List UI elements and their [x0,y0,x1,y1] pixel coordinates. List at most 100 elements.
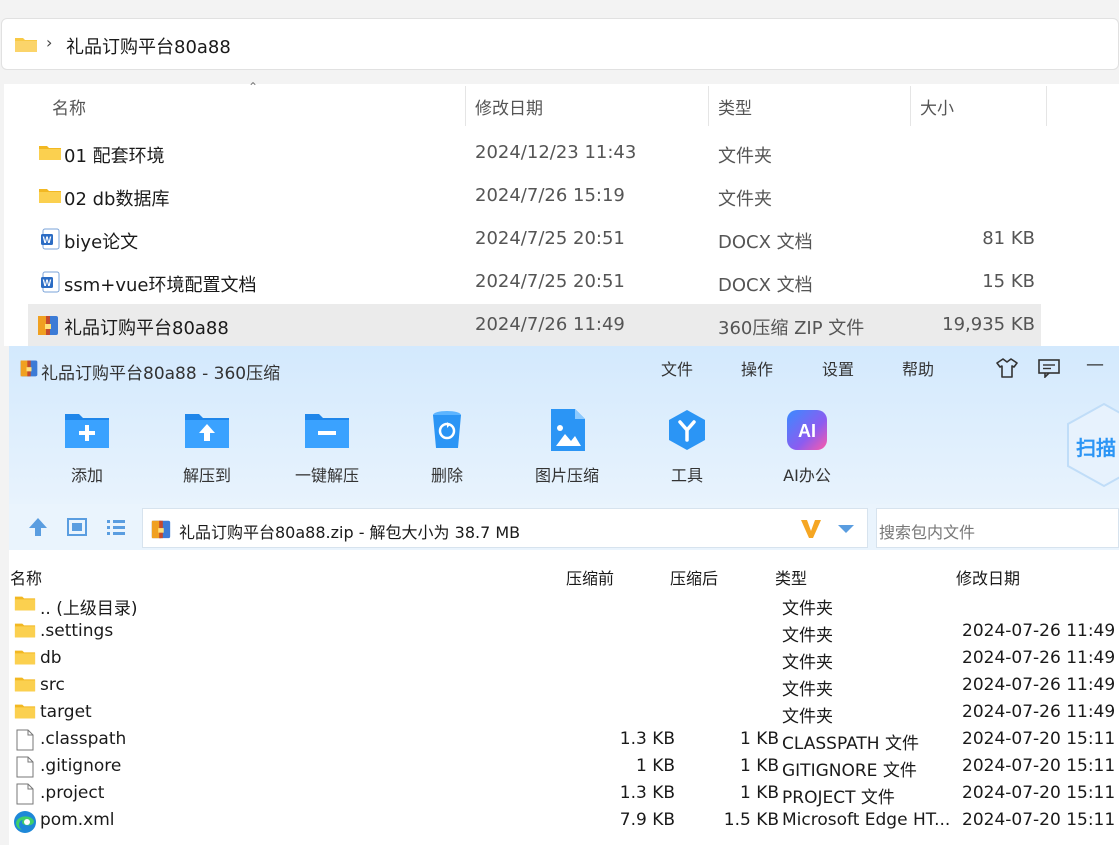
thumbnail-view-icon[interactable] [66,516,88,538]
archiver-window: 礼品订购平台80a88 - 360压缩 文件 操作 设置 帮助 — 添加 解压到… [9,346,1119,845]
word-doc-icon: W [41,228,60,250]
list-view-icon[interactable] [105,516,127,538]
list-item[interactable]: W biye论文 2024/7/25 20:51 DOCX 文档 81 KB [28,218,1041,261]
chevron-right-icon[interactable]: › [46,33,52,52]
image-compress-icon [551,409,585,451]
column-header-type[interactable]: 类型 [775,565,807,589]
table-row[interactable]: .classpath 1.3 KB 1 KB CLASSPATH 文件 2024… [9,726,1119,754]
extract-to-button[interactable]: 解压到 [157,408,257,486]
search-input[interactable]: 搜索包内文件 [876,508,1119,548]
file-icon [16,783,34,805]
address-bar[interactable]: › 礼品订购平台80a88 [1,18,1119,70]
list-item[interactable]: W ssm+vue环境配置文档 2024/7/25 20:51 DOCX 文档 … [28,261,1041,304]
list-item-selected[interactable]: 礼品订购平台80a88 2024/7/26 11:49 360压缩 ZIP 文件… [28,304,1041,347]
tools-button[interactable]: 工具 [637,408,737,486]
archive-path-text: 礼品订购平台80a88.zip - 解包大小为 38.7 MB [179,523,521,542]
folder-icon [14,596,36,611]
file-type: 360压缩 ZIP 文件 [718,318,865,339]
file-size: 81 KB [982,228,1035,249]
window-title: 礼品订购平台80a88 - 360压缩 [41,364,281,384]
tools-icon [669,410,705,450]
file-size: 15 KB [982,271,1035,292]
list-item[interactable]: 02 db数据库 2024/7/26 15:19 文件夹 [28,175,1041,218]
recycle-bin-icon [433,411,461,448]
menu-operate[interactable]: 操作 [741,356,773,380]
menu-help[interactable]: 帮助 [902,356,934,380]
file-type: DOCX 文档 [718,232,813,253]
menu-file[interactable]: 文件 [661,356,693,380]
folder-icon [39,146,61,160]
zip-archive-icon [20,360,38,377]
one-click-extract-button[interactable]: 一键解压 [277,408,377,486]
archive-path-box[interactable]: 礼品订购平台80a88.zip - 解包大小为 38.7 MB [142,508,868,548]
column-header-size[interactable]: 大小 [920,84,954,126]
add-button[interactable]: 添加 [37,408,137,486]
folder-icon [14,677,36,692]
v-badge-icon[interactable] [799,517,823,541]
image-compress-button[interactable]: 图片压缩 [517,408,617,486]
column-header-date[interactable]: 修改日期 [956,565,1020,589]
table-row[interactable]: .project 1.3 KB 1 KB PROJECT 文件 2024-07-… [9,780,1119,808]
archive-list-header: 名称 压缩前 压缩后 类型 修改日期 [9,561,1119,589]
column-header-name[interactable]: 名称 [52,84,86,126]
folder-icon [14,704,36,719]
table-row[interactable]: target 文件夹 2024-07-26 11:49 [9,699,1119,727]
table-row[interactable]: .. (上级目录) 文件夹 [9,591,1119,619]
skin-shirt-icon[interactable] [995,357,1019,379]
menu-settings[interactable]: 设置 [822,356,854,380]
table-row[interactable]: src 文件夹 2024-07-26 11:49 [9,672,1119,700]
folder-icon [39,189,61,203]
file-icon [16,756,34,778]
file-name: ssm+vue环境配置文档 [64,275,257,296]
zip-archive-icon [38,316,58,335]
table-row[interactable]: db 文件夹 2024-07-26 11:49 [9,645,1119,673]
column-header-type[interactable]: 类型 [718,84,752,126]
file-size: 19,935 KB [942,314,1035,335]
zip-archive-icon [151,520,171,539]
file-date: 2024/7/25 20:51 [475,228,625,249]
word-doc-icon: W [41,271,60,293]
file-date: 2024/7/26 15:19 [475,185,625,206]
minimize-icon[interactable]: — [1086,354,1104,375]
scan-button[interactable]: 扫描 [1064,402,1119,488]
delete-button[interactable]: 删除 [397,408,497,486]
file-name: 01 配套环境 [64,146,165,167]
ai-office-button[interactable]: AI AI办公 [757,408,857,486]
extract-to-icon [185,414,229,448]
svg-text:W: W [43,235,52,245]
list-item[interactable]: 01 配套环境 2024/12/23 11:43 文件夹 [28,132,1041,175]
ai-office-icon: AI [787,410,827,450]
column-header-date[interactable]: 修改日期 [475,84,543,126]
column-header-name[interactable]: 名称 [10,565,42,589]
table-row[interactable]: .gitignore 1 KB 1 KB GITIGNORE 文件 2024-0… [9,753,1119,781]
file-name: 礼品订购平台80a88 [64,318,229,339]
sort-ascending-icon: ⌃ [248,80,259,94]
archive-nav-bar: 礼品订购平台80a88.zip - 解包大小为 38.7 MB 搜索包内文件 [9,504,1119,550]
add-icon [65,414,109,448]
svg-text:W: W [43,278,52,288]
table-row[interactable]: pom.xml 7.9 KB 1.5 KB Microsoft Edge HT.… [9,807,1119,834]
file-name: biye论文 [64,232,139,253]
folder-icon [15,38,37,52]
folder-icon [14,623,36,638]
file-type: 文件夹 [718,146,772,167]
edge-icon [14,811,36,833]
breadcrumb[interactable]: 礼品订购平台80a88 [66,33,231,59]
file-type: DOCX 文档 [718,275,813,296]
file-type: 文件夹 [718,189,772,210]
archiver-titlebar: 礼品订购平台80a88 - 360压缩 文件 操作 设置 帮助 — 添加 解压到… [9,346,1119,504]
svg-text:AI: AI [798,421,816,441]
one-click-extract-icon [305,414,349,448]
file-date: 2024/7/25 20:51 [475,271,625,292]
file-date: 2024/7/26 11:49 [475,314,625,335]
table-row[interactable]: .settings 文件夹 2024-07-26 11:49 [9,618,1119,646]
feedback-icon[interactable] [1037,358,1061,378]
explorer-file-list: ⌃ 名称 修改日期 类型 大小 01 配套环境 2024/12/23 11:43… [4,80,1119,347]
up-arrow-icon[interactable] [27,516,49,538]
file-icon [16,729,34,751]
column-header-after[interactable]: 压缩后 [670,565,718,589]
file-date: 2024/12/23 11:43 [475,142,637,163]
file-name: 02 db数据库 [64,189,170,210]
column-header-before[interactable]: 压缩前 [566,565,614,589]
dropdown-arrow-icon[interactable] [837,523,855,535]
